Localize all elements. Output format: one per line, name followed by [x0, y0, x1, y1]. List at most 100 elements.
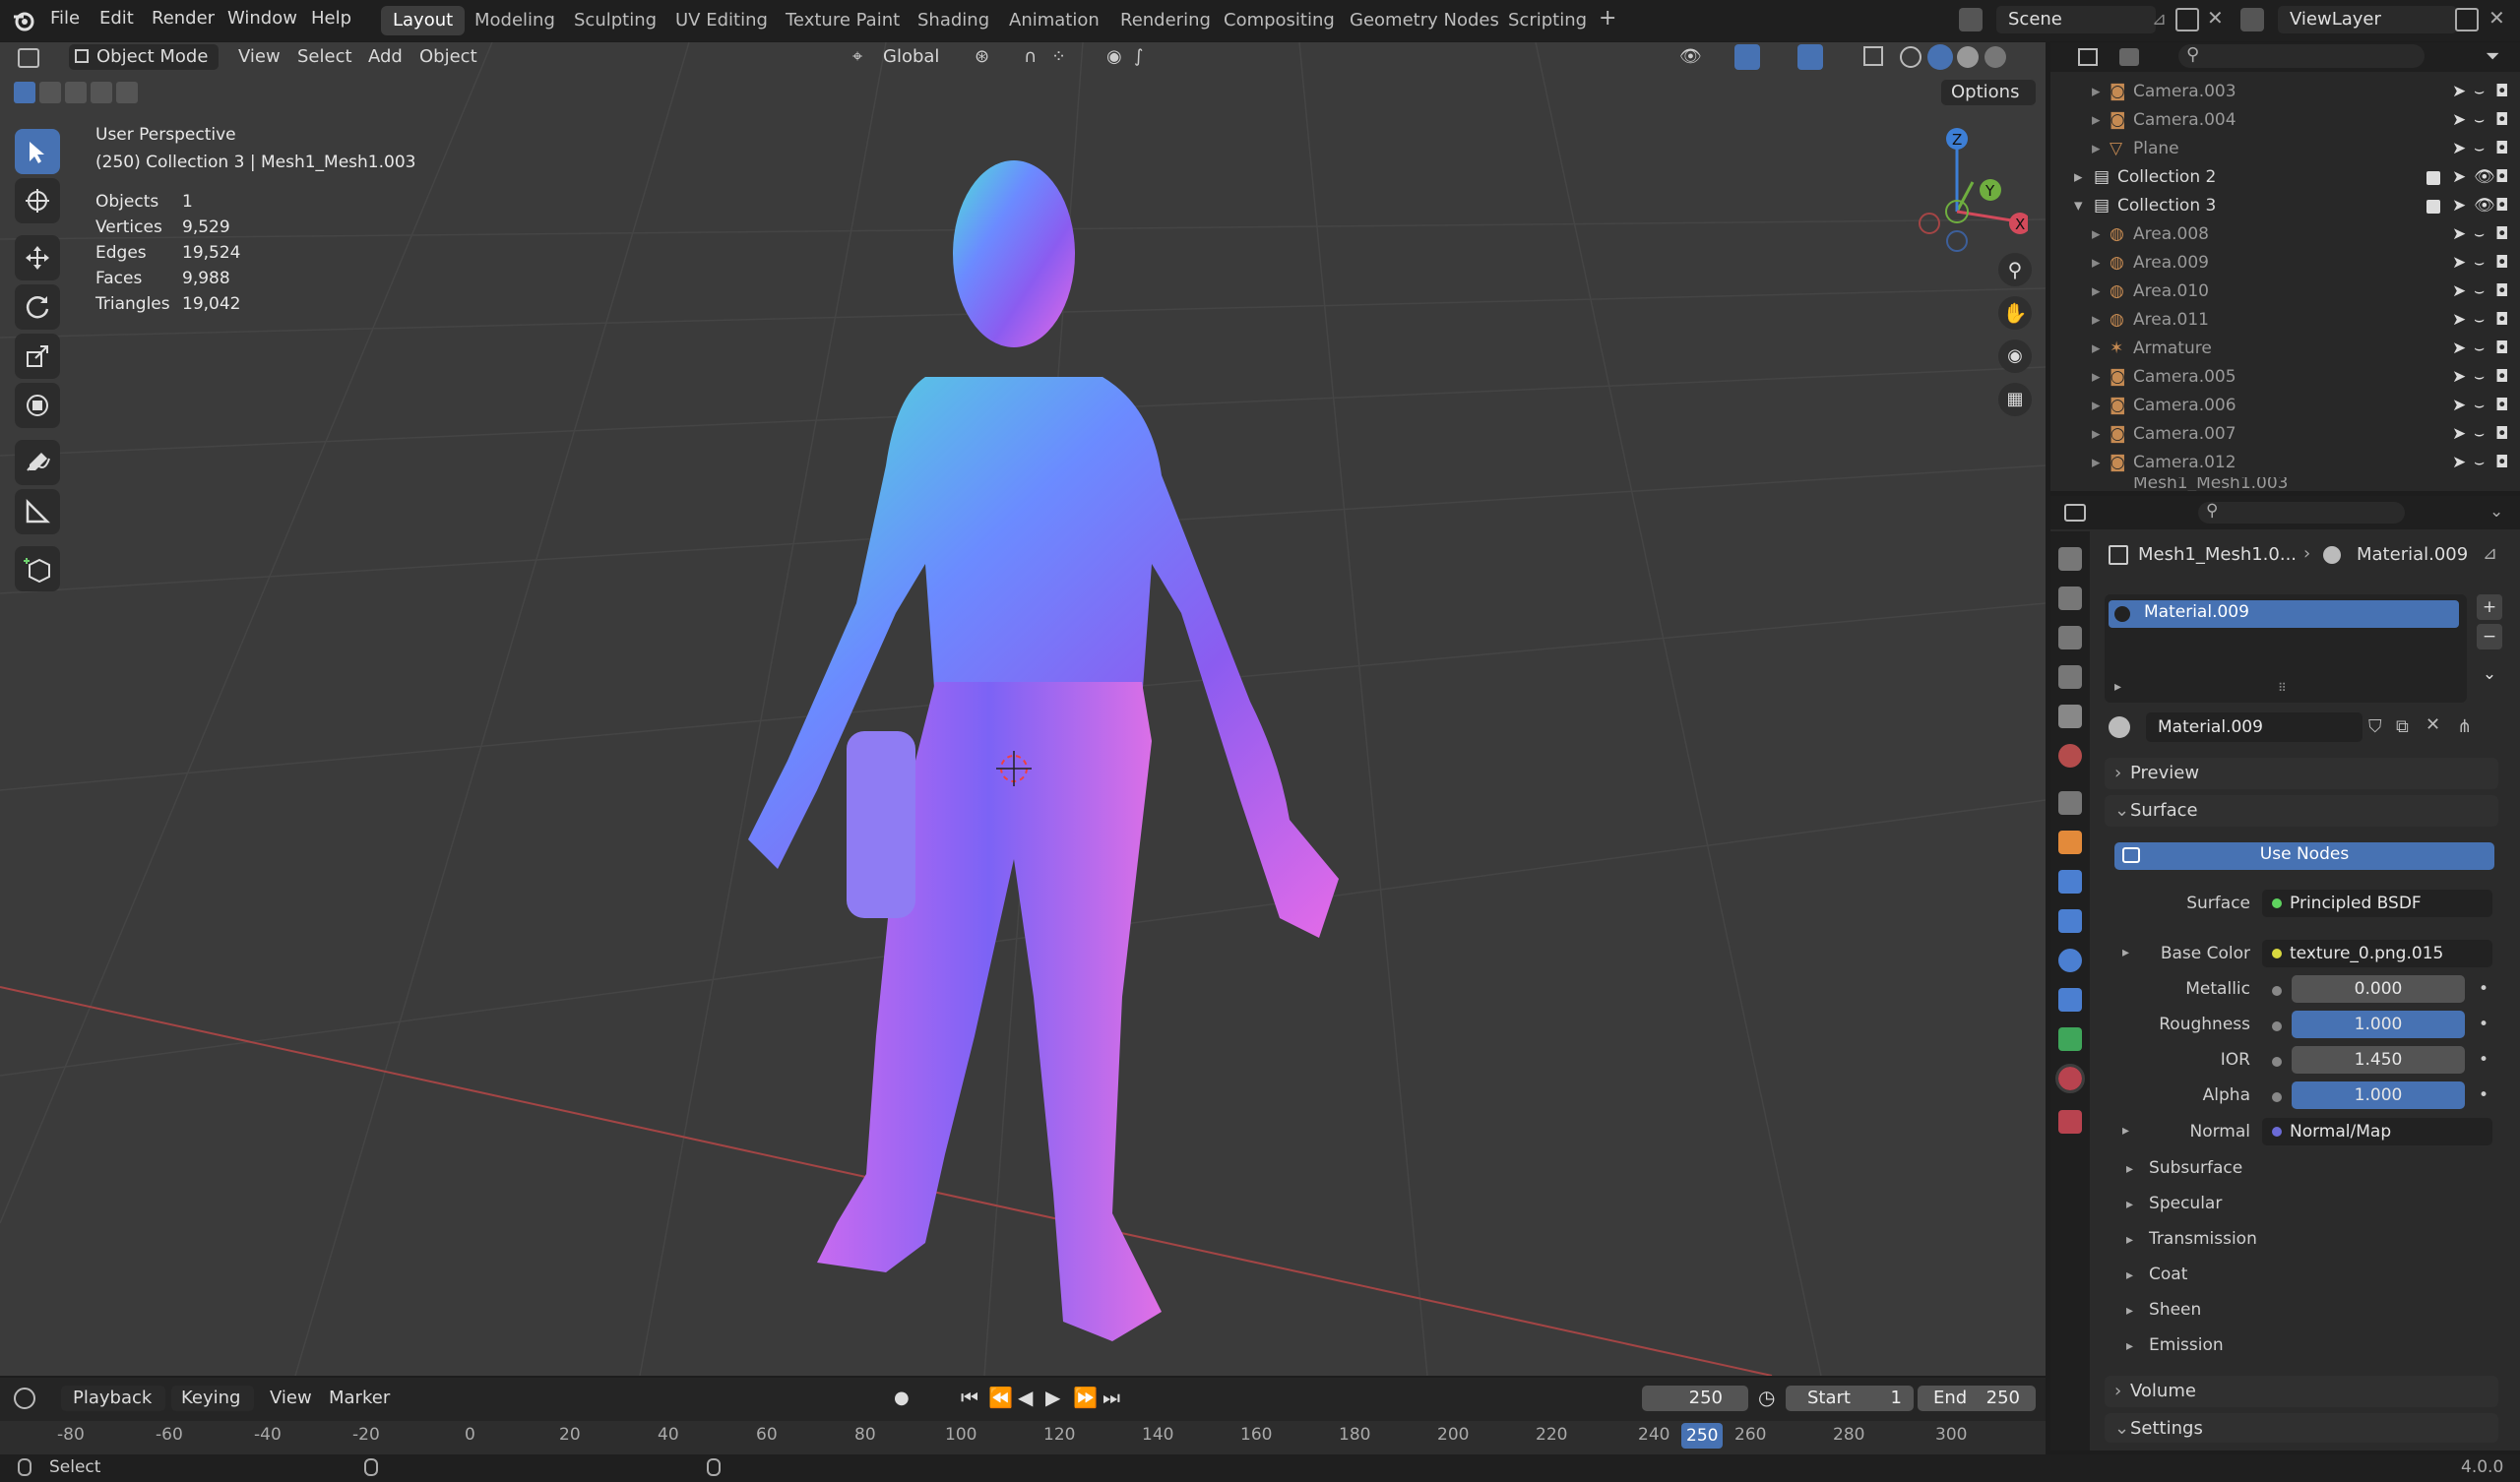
collection-tab-icon[interactable] — [2058, 791, 2082, 815]
expand-arrow-icon[interactable]: ▸ — [2092, 106, 2101, 135]
transform-tool[interactable] — [15, 383, 60, 428]
roughness-field[interactable]: 1.000 — [2292, 1011, 2465, 1038]
outliner-editor-icon[interactable] — [2078, 48, 2098, 66]
outliner-row-camera-004[interactable]: ▸ ◙ Camera.004 ➤ ⌣ ◘ — [2050, 106, 2520, 135]
render-icon[interactable]: ◘ — [2495, 192, 2508, 220]
view-layer-icon[interactable] — [2240, 8, 2264, 31]
selection-mode-buttons[interactable] — [14, 82, 142, 103]
material-tab-icon[interactable] — [2055, 1064, 2085, 1093]
object-tab-icon[interactable] — [2058, 831, 2082, 854]
xray-icon[interactable] — [1863, 46, 1883, 66]
selectable-icon[interactable]: ➤ — [2452, 335, 2466, 363]
snap-grid-icon[interactable]: ⁘ — [1051, 46, 1066, 67]
play-reverse-icon[interactable]: ◀ — [1018, 1386, 1033, 1409]
selectable-icon[interactable]: ➤ — [2452, 135, 2466, 163]
playhead-frame[interactable]: 250 — [1681, 1423, 1724, 1449]
scale-tool[interactable] — [15, 334, 60, 379]
navigation-gizmo[interactable]: Z Y X — [1910, 123, 2028, 261]
proportional-edit-icon[interactable]: ◉ — [1106, 46, 1122, 67]
outliner-row-area-010[interactable]: ▸ ◍ Area.010 ➤ ⌣ ◘ — [2050, 278, 2520, 306]
unlink-icon[interactable]: ✕ — [2426, 714, 2440, 735]
select-box-tool[interactable] — [15, 129, 60, 174]
browse-material-icon[interactable] — [2109, 716, 2130, 738]
outliner-row-area-008[interactable]: ▸ ◍ Area.008 ➤ ⌣ ◘ — [2050, 220, 2520, 249]
expand-arrow-icon[interactable]: ▸ — [2092, 78, 2101, 106]
settings-panel[interactable]: ⌄ Settings — [2105, 1413, 2498, 1443]
outliner-row-plane[interactable]: ▸ ▽ Plane ➤ ⌣ ◘ — [2050, 135, 2520, 163]
render-icon[interactable]: ◘ — [2495, 135, 2508, 163]
falloff-icon[interactable]: ∫ — [1134, 46, 1143, 67]
outliner-row-mesh1[interactable]: Mesh1_Mesh1.003 — [2050, 477, 2520, 491]
rotate-tool[interactable] — [15, 284, 60, 330]
mode-dropdown[interactable]: Object Mode — [69, 44, 219, 70]
properties-search-input[interactable]: ⚲ — [2198, 501, 2405, 524]
outliner-row-camera-005[interactable]: ▸ ◙ Camera.005 ➤ ⌣ ◘ — [2050, 363, 2520, 392]
selectable-icon[interactable]: ➤ — [2452, 78, 2466, 106]
hide-icon[interactable]: ⌣ — [2474, 420, 2485, 449]
render-icon[interactable]: ◘ — [2495, 163, 2508, 192]
menu-edit[interactable]: Edit — [99, 8, 134, 29]
tab-geometry-nodes[interactable]: Geometry Nodes — [1338, 6, 1511, 35]
alpha-field[interactable]: 1.000 — [2292, 1081, 2465, 1109]
expand-arrow-icon[interactable]: ▸ — [2092, 392, 2101, 420]
measure-tool[interactable] — [15, 489, 60, 534]
scene-icon[interactable] — [1959, 8, 1983, 31]
selectable-icon[interactable]: ➤ — [2452, 392, 2466, 420]
snap-magnet-icon[interactable]: ∩ — [1024, 46, 1037, 67]
render-icon[interactable]: ◘ — [2495, 335, 2508, 363]
outliner-row-camera-007[interactable]: ▸ ◙ Camera.007 ➤ ⌣ ◘ — [2050, 420, 2520, 449]
options-dropdown[interactable]: Options — [1941, 80, 2036, 105]
new-scene-icon[interactable] — [2175, 8, 2199, 31]
outliner-search-input[interactable]: ⚲ — [2178, 44, 2425, 68]
hide-icon[interactable]: ⌣ — [2474, 306, 2485, 335]
next-keyframe-icon[interactable]: ⏩ — [1073, 1386, 1098, 1409]
menu-render[interactable]: Render — [152, 8, 215, 29]
filter-funnel-icon[interactable]: ⏷ — [2486, 46, 2499, 67]
keyframe-dot-icon[interactable]: • — [2479, 979, 2488, 999]
hide-icon[interactable]: 👁 — [2474, 163, 2495, 192]
add-cube-tool[interactable] — [15, 546, 60, 591]
new-view-layer-icon[interactable] — [2455, 8, 2479, 31]
hide-icon[interactable]: ⌣ — [2474, 363, 2485, 392]
hide-icon[interactable]: ⌣ — [2474, 249, 2485, 278]
volume-panel[interactable]: › Volume — [2105, 1376, 2498, 1407]
hide-icon[interactable]: ⌣ — [2474, 135, 2485, 163]
selectable-icon[interactable]: ➤ — [2452, 220, 2466, 249]
subsurface-subpanel[interactable]: ▸ Subsurface — [2126, 1158, 2242, 1178]
tab-animation[interactable]: Animation — [997, 6, 1111, 35]
expand-arrow-icon[interactable]: ▸ — [2092, 420, 2101, 449]
hide-icon[interactable]: ⌣ — [2474, 220, 2485, 249]
constraints-tab-icon[interactable] — [2058, 988, 2082, 1012]
outliner-row-camera-006[interactable]: ▸ ◙ Camera.006 ➤ ⌣ ◘ — [2050, 392, 2520, 420]
outliner-row-area-009[interactable]: ▸ ◍ Area.009 ➤ ⌣ ◘ — [2050, 249, 2520, 278]
expand-arrow-icon[interactable]: ▸ — [2092, 306, 2101, 335]
metallic-field[interactable]: 0.000 — [2292, 975, 2465, 1003]
selectable-icon[interactable]: ➤ — [2452, 363, 2466, 392]
selectable-icon[interactable]: ➤ — [2452, 306, 2466, 335]
surface-shader-field[interactable]: Principled BSDF — [2262, 890, 2492, 917]
render-icon[interactable]: ◘ — [2495, 420, 2508, 449]
pin-icon[interactable]: ⊿ — [2483, 543, 2497, 564]
select-invert-icon[interactable] — [91, 82, 112, 103]
properties-editor-icon[interactable] — [2064, 504, 2086, 522]
record-icon[interactable]: ● — [894, 1388, 910, 1408]
exclude-checkbox[interactable] — [2426, 171, 2440, 185]
outliner-row-area-011[interactable]: ▸ ◍ Area.011 ➤ ⌣ ◘ — [2050, 306, 2520, 335]
tab-shading[interactable]: Shading — [906, 6, 1001, 35]
timeline-view-menu[interactable]: View — [270, 1388, 312, 1408]
editor-type-icon[interactable] — [18, 48, 39, 68]
tab-uv-editing[interactable]: UV Editing — [663, 6, 780, 35]
slot-menu-icon[interactable]: ⌄ — [2477, 661, 2502, 687]
transform-orientation-dropdown[interactable]: Global — [883, 44, 939, 70]
menu-window[interactable]: Window — [227, 8, 297, 29]
texture-tab-icon[interactable] — [2058, 1110, 2082, 1134]
preview-panel[interactable]: › Preview — [2105, 758, 2498, 789]
scene-field[interactable]: Scene — [1996, 6, 2156, 33]
expand-arrow-icon[interactable]: ▸ — [2074, 163, 2083, 192]
selectable-icon[interactable]: ➤ — [2452, 192, 2466, 220]
blender-logo-icon[interactable] — [12, 9, 35, 32]
pivot-icon[interactable]: ⊛ — [975, 46, 989, 67]
normal-field[interactable]: Normal/Map — [2262, 1118, 2492, 1145]
render-icon[interactable]: ◘ — [2495, 106, 2508, 135]
outliner-row-collection-2[interactable]: ▸ ▤ Collection 2 ➤ 👁 ◘ — [2050, 163, 2520, 192]
